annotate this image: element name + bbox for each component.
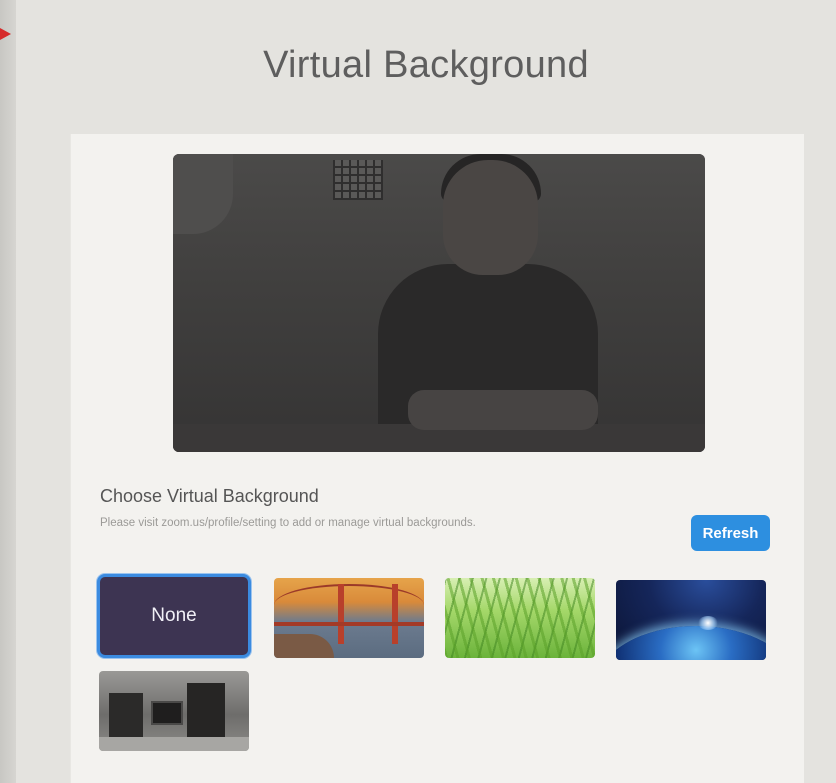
background-option-none[interactable]: None [97, 574, 251, 658]
room-cabinet [109, 693, 143, 743]
virtual-background-window: Virtual Background Choose Virtual Backgr… [16, 0, 836, 783]
bridge-cable [274, 584, 424, 626]
screen-bezel-left [0, 0, 16, 783]
bridge-tower [392, 584, 398, 644]
bridge-land [274, 634, 334, 658]
room-cabinet [187, 683, 225, 743]
background-option-earth-from-space[interactable] [616, 580, 766, 660]
settings-panel: Choose Virtual Background Please visit z… [70, 134, 804, 783]
room-tv [151, 701, 183, 725]
window-title: Virtual Background [263, 44, 589, 86]
room-floor [99, 737, 249, 751]
background-option-grass[interactable] [445, 578, 595, 658]
earth-planet [616, 626, 766, 660]
sun-glow [698, 616, 718, 630]
background-gallery: None [71, 134, 804, 783]
background-option-none-label: None [151, 605, 197, 626]
bridge-tower [338, 584, 344, 644]
pointer-arrow-icon [0, 28, 11, 40]
background-option-golden-gate-bridge[interactable] [274, 578, 424, 658]
bridge-deck [274, 622, 424, 626]
background-option-room[interactable] [99, 671, 249, 751]
